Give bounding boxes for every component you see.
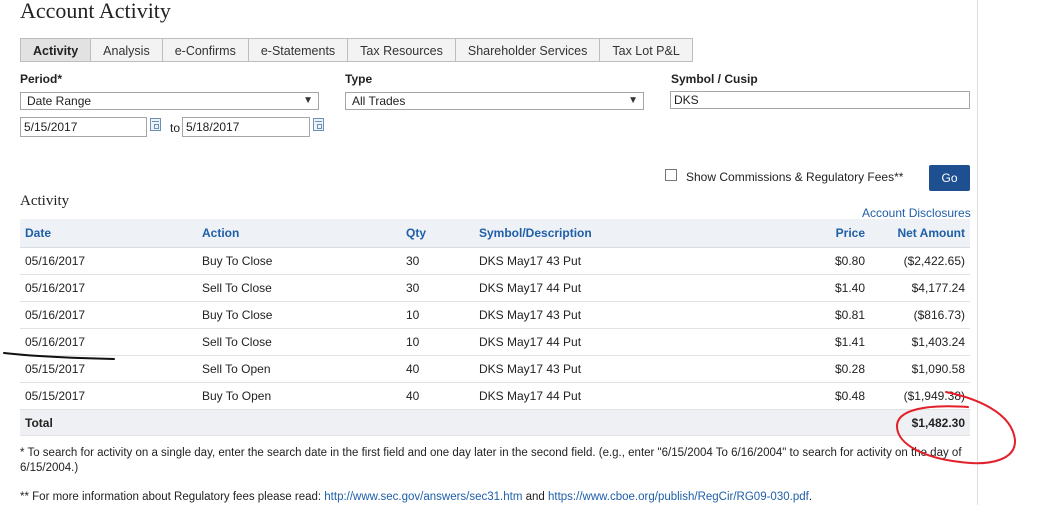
- tab-e-statements[interactable]: e-Statements: [248, 38, 349, 62]
- to-label: to: [170, 121, 181, 135]
- column-header-price[interactable]: Price: [836, 219, 865, 248]
- cell-action: Buy To Close: [202, 308, 273, 322]
- page-title: Account Activity: [20, 0, 171, 23]
- symbol-label: Symbol / Cusip: [671, 72, 758, 86]
- column-header-symbol[interactable]: Symbol/Description: [479, 219, 592, 248]
- cell-net-amount: $4,177.24: [911, 281, 965, 295]
- period-select-value: Date Range: [27, 94, 92, 108]
- cell-qty: 40: [406, 389, 420, 403]
- start-date-input[interactable]: 5/15/2017: [20, 117, 147, 137]
- activity-table: Date Action Qty Symbol/Description Price…: [20, 219, 970, 436]
- cell-price: $1.40: [834, 281, 865, 295]
- total-label: Total: [25, 416, 53, 430]
- cell-qty: 10: [406, 308, 420, 322]
- cell-price: $0.81: [834, 308, 865, 322]
- footnote-text: and: [522, 491, 548, 503]
- total-net-amount: $1,482.30: [911, 416, 965, 430]
- cell-price: $0.80: [834, 254, 865, 268]
- cell-price: $0.28: [834, 362, 865, 376]
- cell-price: $0.48: [834, 389, 865, 403]
- tab-tax-resources[interactable]: Tax Resources: [348, 38, 456, 62]
- cell-symbol: DKS May17 44 Put: [479, 389, 582, 403]
- cell-action: Sell To Open: [202, 362, 271, 376]
- tab-analysis[interactable]: Analysis: [91, 38, 163, 62]
- tab-shareholder-services[interactable]: Shareholder Services: [455, 38, 601, 62]
- table-header-row: Date Action Qty Symbol/Description Price…: [20, 219, 970, 248]
- tab-activity[interactable]: Activity: [20, 38, 92, 62]
- cell-net-amount: $1,090.58: [911, 362, 965, 376]
- type-select[interactable]: All Trades ▼: [345, 92, 644, 110]
- cell-symbol: DKS May17 43 Put: [479, 254, 582, 268]
- show-fees-checkbox[interactable]: [665, 169, 677, 181]
- tab-e-confirms[interactable]: e-Confirms: [162, 38, 249, 62]
- chevron-down-icon: ▼: [628, 95, 638, 106]
- chevron-down-icon: ▼: [303, 95, 313, 106]
- symbol-input[interactable]: DKS: [670, 91, 970, 109]
- column-header-action[interactable]: Action: [202, 219, 239, 248]
- go-button[interactable]: Go: [929, 165, 970, 191]
- table-row: 05/16/2017 Buy To Close 30 DKS May17 43 …: [20, 248, 970, 275]
- footnote-single-day: * To search for activity on a single day…: [20, 447, 962, 474]
- tab-tax-lot-pl[interactable]: Tax Lot P&L: [600, 38, 693, 62]
- type-select-value: All Trades: [352, 94, 406, 108]
- table-row: 05/15/2017 Buy To Open 40 DKS May17 44 P…: [20, 383, 970, 410]
- cell-net-amount: ($2,422.65): [903, 254, 965, 268]
- cell-date: 05/16/2017: [25, 281, 86, 295]
- cell-date: 05/15/2017: [25, 389, 86, 403]
- column-header-qty[interactable]: Qty: [406, 219, 426, 248]
- table-row: 05/16/2017 Buy To Close 10 DKS May17 43 …: [20, 302, 970, 329]
- cell-qty: 30: [406, 254, 420, 268]
- table-row: 05/15/2017 Sell To Open 40 DKS May17 43 …: [20, 356, 970, 383]
- column-header-net-amount[interactable]: Net Amount: [897, 219, 965, 248]
- cell-qty: 40: [406, 362, 420, 376]
- column-header-date[interactable]: Date: [25, 219, 51, 248]
- period-select[interactable]: Date Range ▼: [20, 92, 319, 110]
- cell-symbol: DKS May17 43 Put: [479, 308, 582, 322]
- footnote-text: .: [808, 491, 813, 503]
- table-row: 05/16/2017 Sell To Close 30 DKS May17 44…: [20, 275, 970, 302]
- type-label: Type: [345, 72, 373, 86]
- calendar-icon[interactable]: [313, 118, 324, 131]
- calendar-icon[interactable]: [150, 118, 161, 131]
- cell-date: 05/16/2017: [25, 335, 86, 349]
- cell-action: Sell To Close: [202, 335, 272, 349]
- footnote-text: ** For more information about Regulatory…: [20, 491, 325, 503]
- content-right-border: [977, 0, 978, 505]
- tab-bar: Activity Analysis e-Confirms e-Statement…: [20, 38, 693, 62]
- cell-net-amount: $1,403.24: [911, 335, 965, 349]
- cboe-link[interactable]: https://www.cboe.org/publish/RegCir/RG09…: [548, 491, 809, 503]
- cell-symbol: DKS May17 44 Put: [479, 281, 582, 295]
- cell-price: $1.41: [834, 335, 865, 349]
- cell-symbol: DKS May17 43 Put: [479, 362, 582, 376]
- cell-action: Buy To Open: [202, 389, 272, 403]
- cell-date: 05/16/2017: [25, 254, 86, 268]
- cell-date: 05/15/2017: [25, 362, 86, 376]
- cell-net-amount: ($1,949.38): [903, 389, 965, 403]
- end-date-input[interactable]: 5/18/2017: [182, 117, 310, 137]
- table-total-row: Total $1,482.30: [20, 410, 970, 436]
- cell-action: Buy To Close: [202, 254, 273, 268]
- sec-link[interactable]: http://www.sec.gov/answers/sec31.htm: [324, 491, 522, 503]
- period-label: Period*: [20, 72, 63, 86]
- cell-qty: 30: [406, 281, 420, 295]
- footnote-regulatory-fees: ** For more information about Regulatory…: [20, 490, 970, 505]
- cell-action: Sell To Close: [202, 281, 272, 295]
- activity-section-title: Activity: [20, 193, 70, 209]
- cell-date: 05/16/2017: [25, 308, 86, 322]
- cell-symbol: DKS May17 44 Put: [479, 335, 582, 349]
- show-fees-label: Show Commissions & Regulatory Fees**: [686, 170, 904, 184]
- cell-net-amount: ($816.73): [913, 308, 965, 322]
- account-disclosures-link[interactable]: Account Disclosures: [862, 206, 971, 220]
- table-row: 05/16/2017 Sell To Close 10 DKS May17 44…: [20, 329, 970, 356]
- cell-qty: 10: [406, 335, 420, 349]
